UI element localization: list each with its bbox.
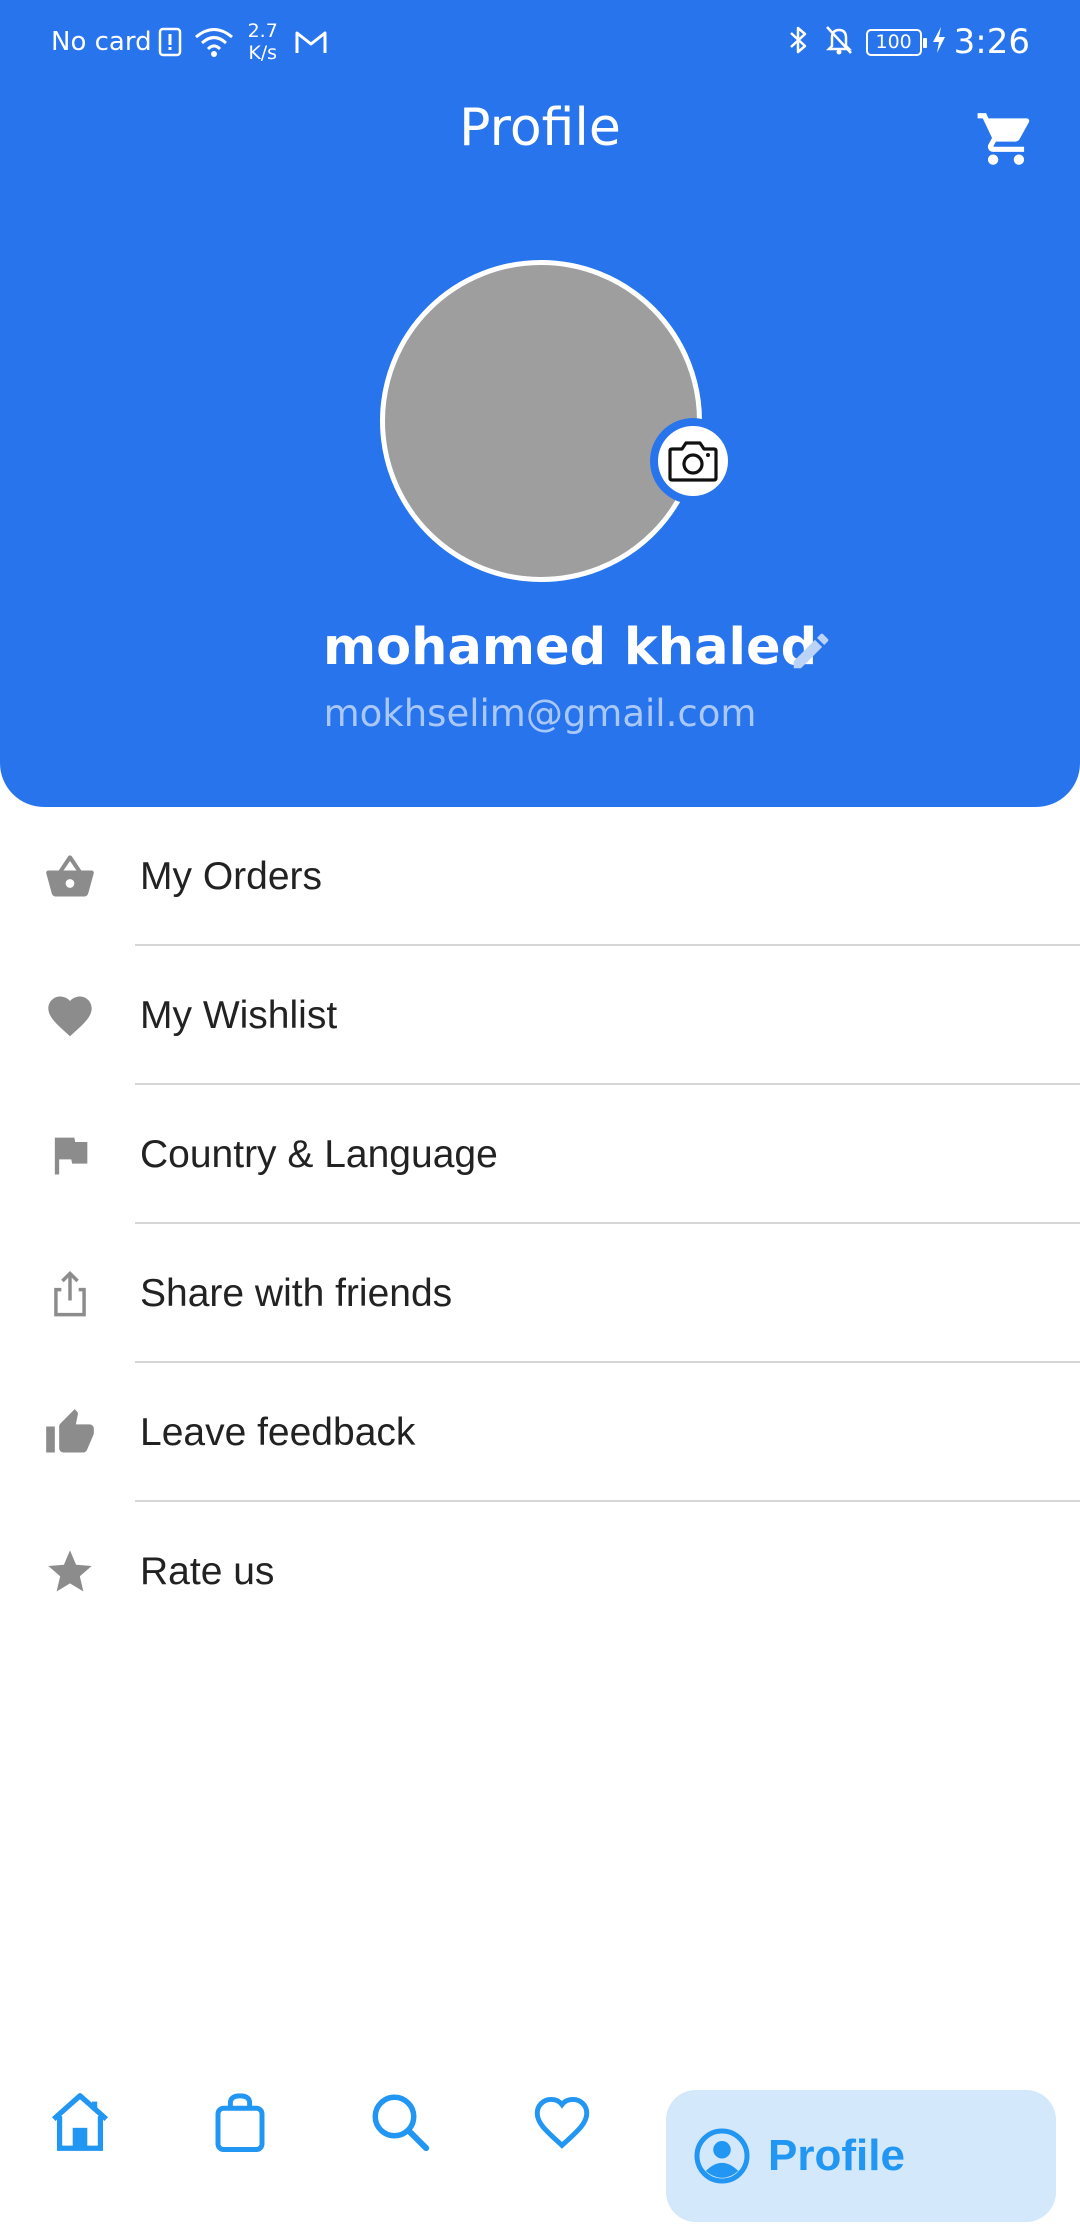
user-name: mohamed khaled [323,618,818,677]
menu-item-label: My Wishlist [140,994,338,1037]
nav-orders-button[interactable] [200,2082,280,2162]
bottom-navigation: Profile [0,2080,1080,2240]
search-icon [372,2094,430,2152]
menu-item-label: Share with friends [140,1272,453,1315]
star-icon [44,1546,96,1598]
battery-indicator: 100 [865,28,927,56]
menu-item-label: Rate us [140,1550,275,1593]
menu-item-label: Country & Language [140,1133,498,1176]
change-photo-button[interactable] [650,418,736,504]
nav-wishlist-button[interactable] [522,2082,602,2162]
nav-profile-label: Profile [768,2131,905,2180]
account-circle-icon [694,2128,750,2184]
menu-item-label: Leave feedback [140,1411,416,1454]
basket-icon [44,851,96,903]
heart-icon [44,990,96,1042]
nav-search-button[interactable] [360,2082,440,2162]
gmail-icon [294,29,328,55]
camera-icon [668,441,718,482]
menu-item-country-language[interactable]: Country & Language [0,1085,1080,1224]
menu-item-my-orders[interactable]: My Orders [0,807,1080,946]
speed-value: 2.7 [247,20,278,42]
status-bar-right: 100 3:26 [788,20,1030,64]
charging-icon [932,26,946,58]
status-bar-left: No card 2.7 K/s [51,20,328,64]
menu-item-label: My Orders [140,855,323,898]
carrier-text: No card [51,27,152,57]
speed-unit: K/s [248,42,278,64]
thumbs-up-icon [44,1407,96,1459]
page-title: Profile [459,98,621,158]
profile-menu: My Orders My Wishlist Country & Language… [0,807,1080,1641]
user-email: mokhselim@gmail.com [323,692,757,735]
sim-alert-icon [158,27,182,57]
nav-profile-button[interactable]: Profile [666,2090,1056,2222]
clock: 3:26 [953,22,1030,62]
menu-item-my-wishlist[interactable]: My Wishlist [0,946,1080,1085]
notifications-off-icon [824,24,854,60]
menu-item-rate-us[interactable]: Rate us [0,1502,1080,1641]
share-icon [44,1268,96,1320]
shopping-bag-icon [215,2093,265,2152]
bluetooth-icon [788,24,810,60]
network-speed: 2.7 K/s [248,20,278,64]
menu-item-share-with-friends[interactable]: Share with friends [0,1224,1080,1363]
camera-button-inner [658,426,728,496]
profile-header: No card 2.7 K/s 100 3:26 Profile mohamed… [0,0,1080,807]
heart-icon [534,2096,590,2149]
wifi-icon [194,26,234,58]
menu-item-leave-feedback[interactable]: Leave feedback [0,1363,1080,1502]
pencil-icon[interactable] [788,628,834,674]
nav-home-button[interactable] [40,2082,120,2162]
avatar[interactable] [380,260,702,582]
home-icon [52,2093,108,2151]
flag-icon [44,1129,96,1181]
shopping-cart-icon[interactable] [975,108,1037,170]
